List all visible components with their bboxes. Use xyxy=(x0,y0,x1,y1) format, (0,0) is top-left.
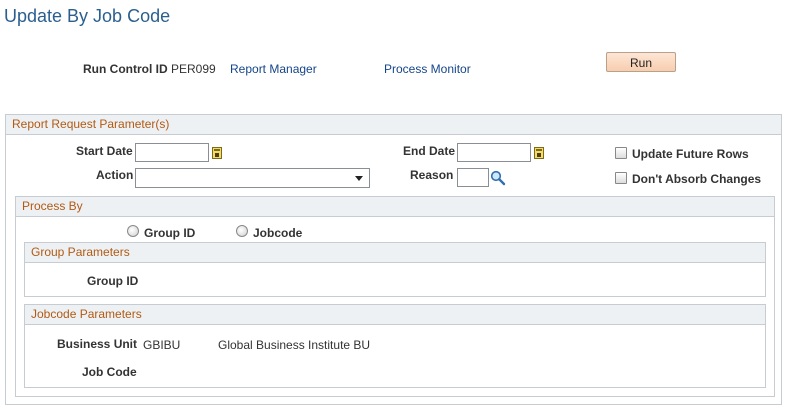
dont-absorb-changes-checkbox[interactable] xyxy=(615,172,627,184)
dont-absorb-changes-label: Don't Absorb Changes xyxy=(632,172,762,186)
business-unit-description: Global Business Institute BU xyxy=(218,338,371,352)
group-parameters-header: Group Parameters xyxy=(25,243,765,263)
run-button[interactable]: Run xyxy=(606,52,676,72)
update-future-rows-label: Update Future Rows xyxy=(632,147,749,161)
report-manager-link[interactable]: Report Manager xyxy=(230,62,317,76)
start-date-calendar-icon[interactable] xyxy=(212,147,222,159)
action-select[interactable] xyxy=(135,168,370,188)
reason-label: Reason xyxy=(410,168,454,182)
start-date-label: Start Date xyxy=(76,144,133,158)
group-id-radio[interactable] xyxy=(127,225,139,237)
jobcode-radio-label: Jobcode xyxy=(253,226,303,240)
group-parameters-section: Group Parameters xyxy=(24,242,766,297)
jobcode-parameters-header: Jobcode Parameters xyxy=(25,305,765,325)
group-id-radio-label: Group ID xyxy=(144,226,196,240)
start-date-input[interactable] xyxy=(135,143,209,162)
chevron-down-icon xyxy=(355,176,363,181)
process-by-header: Process By xyxy=(16,197,774,217)
run-control-id-value: PER099 xyxy=(171,62,216,76)
process-monitor-link[interactable]: Process Monitor xyxy=(384,62,471,76)
report-request-parameters-header: Report Request Parameter(s) xyxy=(6,115,781,135)
business-unit-value: GBIBU xyxy=(143,338,181,352)
end-date-input[interactable] xyxy=(457,143,531,162)
update-future-rows-checkbox[interactable] xyxy=(615,147,627,159)
jobcode-radio[interactable] xyxy=(236,225,248,237)
end-date-label: End Date xyxy=(403,144,456,158)
group-id-label: Group ID xyxy=(87,274,139,288)
action-label: Action xyxy=(96,168,134,182)
job-code-label: Job Code xyxy=(82,365,137,379)
run-control-id-label: Run Control ID xyxy=(83,62,168,76)
page-title: Update By Job Code xyxy=(4,6,171,26)
business-unit-label: Business Unit xyxy=(57,337,138,351)
end-date-calendar-icon[interactable] xyxy=(534,147,544,159)
reason-lookup-magnifier-icon[interactable] xyxy=(490,170,506,186)
reason-input[interactable] xyxy=(457,168,489,187)
